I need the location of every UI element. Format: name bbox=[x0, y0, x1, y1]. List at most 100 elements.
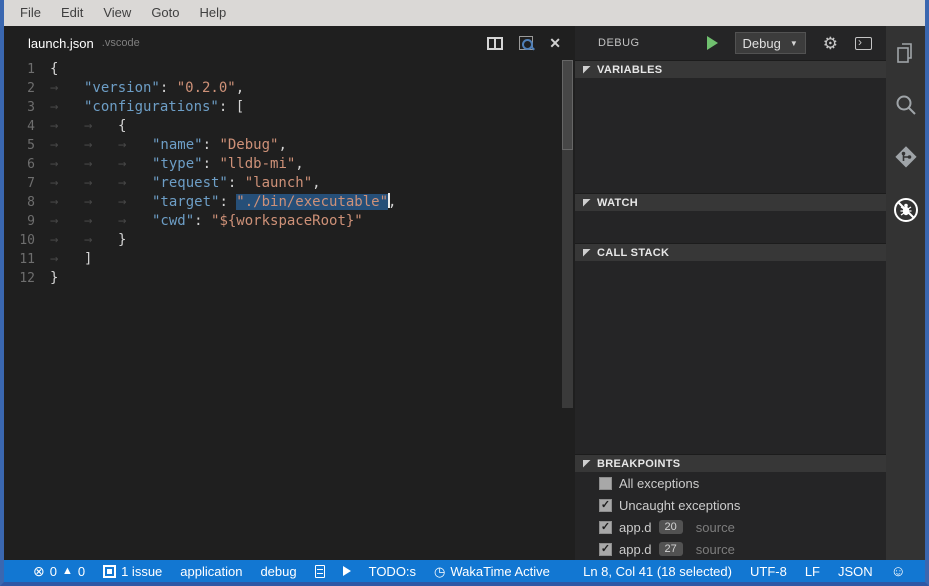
section-label: VARIABLES bbox=[597, 64, 662, 76]
code-text: →→→"cwd": "${workspaceRoot}" bbox=[50, 212, 363, 231]
section-header-callstack[interactable]: CALL STACK bbox=[575, 243, 886, 261]
menu-item-help[interactable]: Help bbox=[190, 0, 237, 26]
menu-item-edit[interactable]: Edit bbox=[51, 0, 93, 26]
tab-whitespace-icon: → bbox=[84, 212, 118, 231]
editor-scrollbar[interactable] bbox=[562, 60, 573, 408]
search-icon bbox=[893, 92, 919, 118]
menu-item-view[interactable]: View bbox=[93, 0, 141, 26]
editor-file-path: .vscode bbox=[102, 37, 140, 49]
code-line: 11→] bbox=[4, 250, 575, 269]
token: , bbox=[278, 137, 286, 153]
activity-item-search[interactable] bbox=[886, 92, 925, 144]
tab-whitespace-icon: → bbox=[118, 136, 152, 155]
start-debug-icon[interactable] bbox=[707, 36, 718, 50]
breakpoint-row[interactable]: ✓Uncaught exceptions bbox=[575, 494, 886, 516]
section-label: WATCH bbox=[597, 197, 638, 209]
git-branch-icon bbox=[893, 144, 919, 170]
status-text: TODO:s bbox=[369, 564, 416, 579]
code-line: 4→→{ bbox=[4, 117, 575, 136]
breakpoint-label: app.d bbox=[619, 542, 652, 557]
breakpoint-source: source bbox=[696, 520, 735, 535]
file-icon bbox=[315, 565, 325, 578]
scrollbar-slider[interactable] bbox=[562, 60, 573, 150]
token: : bbox=[203, 137, 220, 153]
section-header-variables[interactable]: VARIABLES bbox=[575, 60, 886, 78]
menu-bar: FileEditViewGotoHelp bbox=[4, 0, 925, 26]
token: : bbox=[160, 80, 177, 96]
debug-config-dropdown[interactable]: Debug ▼ bbox=[735, 32, 806, 54]
status-debug-target[interactable]: debug bbox=[251, 564, 305, 579]
status-todos[interactable]: TODO:s bbox=[360, 564, 425, 579]
editor-group: launch.json .vscode ✕ 1{2→"version": "0.… bbox=[4, 26, 575, 560]
line-number: 2 bbox=[4, 79, 50, 98]
tab-whitespace-icon: → bbox=[118, 174, 152, 193]
status-eol[interactable]: LF bbox=[796, 564, 829, 579]
status-cursor-position[interactable]: Ln 8, Col 41 (18 selected) bbox=[574, 564, 741, 579]
checkbox[interactable] bbox=[599, 477, 612, 490]
code-line: 6→→→"type": "lldb-mi", bbox=[4, 155, 575, 174]
line-number: 6 bbox=[4, 155, 50, 174]
status-wakatime[interactable]: ◷WakaTime Active bbox=[425, 564, 559, 579]
token: , bbox=[236, 80, 244, 96]
activity-item-explorer[interactable] bbox=[886, 40, 925, 92]
files-icon bbox=[893, 40, 919, 66]
tab-whitespace-icon: → bbox=[50, 98, 84, 117]
breakpoint-row[interactable]: ✓app.d27source bbox=[575, 538, 886, 560]
tab-whitespace-icon: → bbox=[50, 79, 84, 98]
status-feedback[interactable]: ☺ bbox=[882, 564, 915, 579]
breakpoint-row[interactable]: All exceptions bbox=[575, 472, 886, 494]
section-header-breakpoints[interactable]: BREAKPOINTS bbox=[575, 454, 886, 472]
checkbox[interactable]: ✓ bbox=[599, 499, 612, 512]
status-encoding[interactable]: UTF-8 bbox=[741, 564, 796, 579]
debug-disabled-icon bbox=[892, 196, 920, 224]
status-right: Ln 8, Col 41 (18 selected)UTF-8LF JSON ☺ bbox=[574, 564, 915, 579]
activity-item-debug[interactable] bbox=[886, 196, 925, 248]
debug-toolbar-actions: Debug ▼ ⚙ bbox=[707, 32, 872, 54]
tab-whitespace-icon: → bbox=[50, 250, 84, 269]
status-problems[interactable]: ⊗0▲0 bbox=[24, 564, 94, 579]
line-number: 5 bbox=[4, 136, 50, 155]
section-header-watch[interactable]: WATCH bbox=[575, 193, 886, 211]
code-line: 5→→→"name": "Debug", bbox=[4, 136, 575, 155]
status-active-file[interactable] bbox=[306, 565, 334, 578]
activity-item-git[interactable] bbox=[886, 144, 925, 196]
status-text: JSON bbox=[838, 564, 873, 579]
status-run[interactable] bbox=[334, 566, 360, 576]
tab-whitespace-icon: → bbox=[50, 193, 84, 212]
status-issues[interactable]: 1 issue bbox=[94, 564, 171, 579]
checkbox[interactable]: ✓ bbox=[599, 521, 612, 534]
breakpoint-source: source bbox=[696, 542, 735, 557]
code-line: 3→"configurations": [ bbox=[4, 98, 575, 117]
code-text: } bbox=[50, 269, 58, 288]
status-application[interactable]: application bbox=[171, 564, 251, 579]
gear-icon[interactable]: ⚙ bbox=[823, 35, 838, 52]
line-number: 10 bbox=[4, 231, 50, 250]
menu-item-goto[interactable]: Goto bbox=[141, 0, 189, 26]
warning-triangle-icon: ▲ bbox=[62, 565, 73, 578]
open-preview-icon[interactable] bbox=[519, 36, 533, 50]
tab-whitespace-icon: → bbox=[84, 193, 118, 212]
status-bar: ⊗0▲01 issueapplicationdebug TODO:s ◷WakaTi… bbox=[4, 560, 925, 582]
section-body-variables bbox=[575, 78, 886, 193]
tab-whitespace-icon: → bbox=[50, 174, 84, 193]
debug-panel-title: DEBUG bbox=[598, 37, 640, 49]
close-icon[interactable]: ✕ bbox=[549, 36, 561, 50]
code-text: →"version": "0.2.0", bbox=[50, 79, 244, 98]
token: ] bbox=[84, 251, 92, 267]
split-editor-icon[interactable] bbox=[487, 37, 503, 50]
status-language-mode[interactable]: JSON bbox=[829, 564, 882, 579]
token: "cwd" bbox=[152, 213, 194, 229]
code-editor[interactable]: 1{2→"version": "0.2.0",3→"configurations… bbox=[4, 60, 575, 560]
menu-item-file[interactable]: File bbox=[10, 0, 51, 26]
checkbox[interactable]: ✓ bbox=[599, 543, 612, 556]
token: "Debug" bbox=[219, 137, 278, 153]
tab-whitespace-icon: → bbox=[118, 193, 152, 212]
line-number: 8 bbox=[4, 193, 50, 212]
code-line: 7→→→"request": "launch", bbox=[4, 174, 575, 193]
tab-whitespace-icon: → bbox=[118, 155, 152, 174]
token: "version" bbox=[84, 80, 160, 96]
debug-console-icon[interactable] bbox=[855, 37, 872, 50]
token: , bbox=[312, 175, 320, 191]
status-text: WakaTime Active bbox=[450, 564, 549, 579]
breakpoint-row[interactable]: ✓app.d20source bbox=[575, 516, 886, 538]
